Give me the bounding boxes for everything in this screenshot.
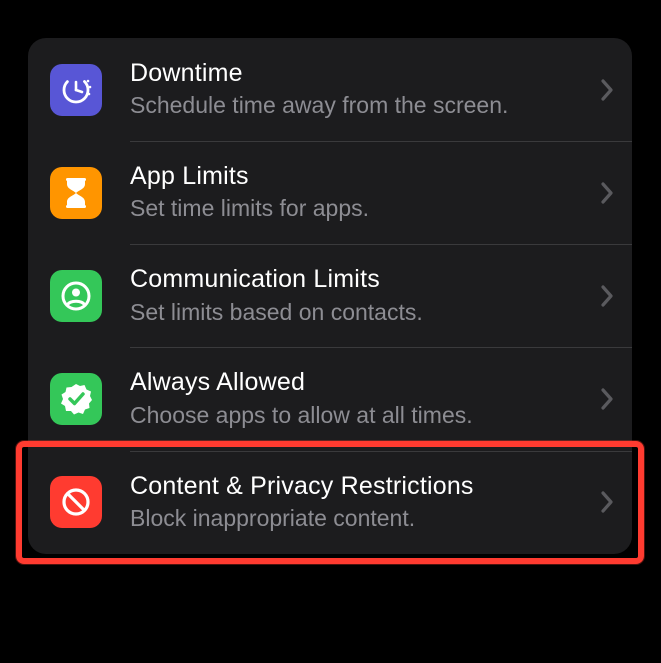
list-item-subtitle: Set limits based on contacts.	[130, 298, 590, 328]
list-item-subtitle: Block inappropriate content.	[130, 504, 590, 534]
list-item-subtitle: Schedule time away from the screen.	[130, 91, 590, 121]
list-item-title: Downtime	[130, 58, 590, 89]
list-item-communication-limits[interactable]: Communication LimitsSet limits based on …	[28, 244, 632, 347]
list-item-app-limits[interactable]: App LimitsSet time limits for apps.	[28, 141, 632, 244]
chevron-right-icon	[600, 388, 614, 410]
check-seal-icon	[50, 373, 102, 425]
prohibit-icon	[50, 476, 102, 528]
settings-list: DowntimeSchedule time away from the scre…	[28, 38, 632, 554]
list-item-title: Always Allowed	[130, 367, 590, 398]
chevron-right-icon	[600, 491, 614, 513]
list-item-text: Communication LimitsSet limits based on …	[130, 264, 590, 327]
list-item-text: App LimitsSet time limits for apps.	[130, 161, 590, 224]
list-item-title: Content & Privacy Restrictions	[130, 471, 590, 502]
person-circle-icon	[50, 270, 102, 322]
downtime-icon	[50, 64, 102, 116]
list-item-always-allowed[interactable]: Always AllowedChoose apps to allow at al…	[28, 347, 632, 450]
list-item-subtitle: Set time limits for apps.	[130, 194, 590, 224]
chevron-right-icon	[600, 285, 614, 307]
list-item-content-privacy[interactable]: Content & Privacy RestrictionsBlock inap…	[28, 451, 632, 554]
chevron-right-icon	[600, 182, 614, 204]
hourglass-icon	[50, 167, 102, 219]
list-item-downtime[interactable]: DowntimeSchedule time away from the scre…	[28, 38, 632, 141]
list-item-title: App Limits	[130, 161, 590, 192]
list-item-text: DowntimeSchedule time away from the scre…	[130, 58, 590, 121]
chevron-right-icon	[600, 79, 614, 101]
list-item-title: Communication Limits	[130, 264, 590, 295]
list-item-text: Always AllowedChoose apps to allow at al…	[130, 367, 590, 430]
list-item-text: Content & Privacy RestrictionsBlock inap…	[130, 471, 590, 534]
list-item-subtitle: Choose apps to allow at all times.	[130, 401, 590, 431]
